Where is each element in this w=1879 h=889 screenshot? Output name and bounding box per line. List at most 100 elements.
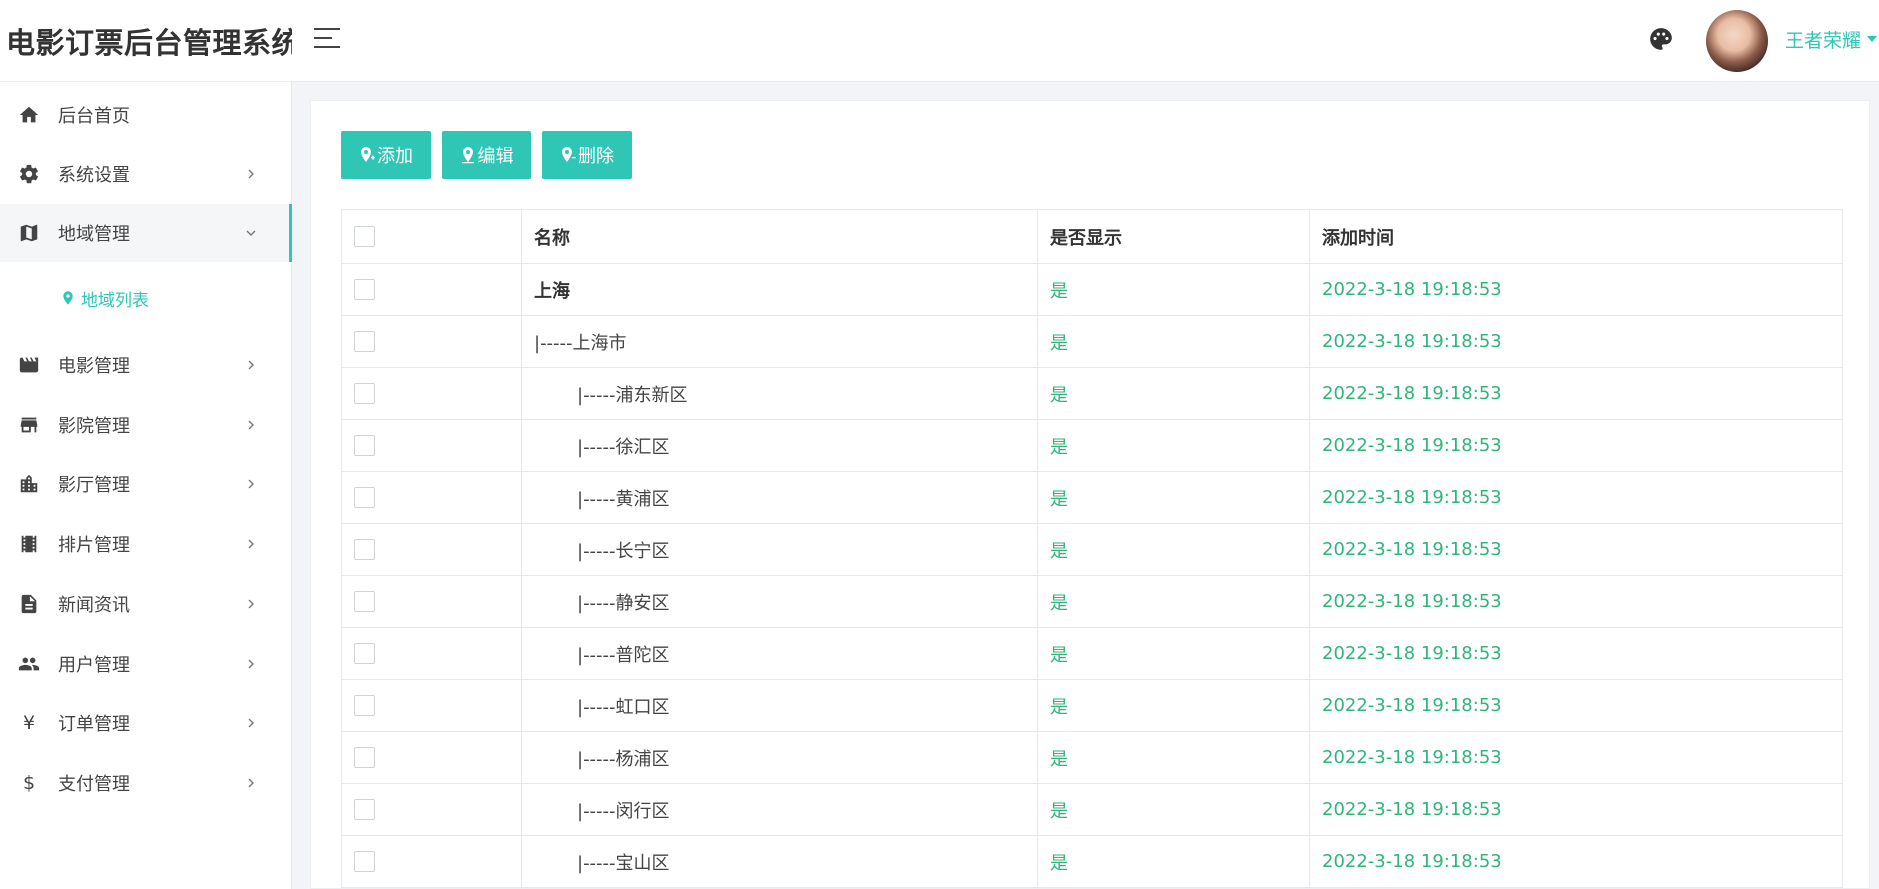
sidebar-item-label: 影厅管理 [58,475,130,496]
sidebar-item-label: 排片管理 [58,535,130,556]
sidebar-item-payment-management[interactable]: $ 支付管理 [0,754,292,812]
avatar[interactable] [1706,10,1768,72]
sidebar-item-region-management[interactable]: 地域管理 [0,204,292,262]
table-row[interactable]: |-----徐汇区是 2022-3-18 19:18:53 [341,419,1843,472]
main-panel: 添加 编辑 删除 名称 是否显示 添加时间 上海是 2022-3-18 19:18… [310,100,1870,889]
table-row[interactable]: |-----杨浦区是 2022-3-18 19:18:53 [341,731,1843,784]
table-row[interactable]: |-----静安区是 2022-3-18 19:18:53 [341,575,1843,628]
sidebar-item-label: 电影管理 [58,356,130,377]
location-remove-icon [562,147,576,162]
row-checkbox[interactable] [354,643,375,665]
added-time-cell: 2022-3-18 19:18:53 [1309,783,1843,836]
location-edit-icon [461,147,474,164]
sidebar-subitem-region-list[interactable]: 地域列表 [0,272,292,324]
sidebar-item-label: 订单管理 [58,714,130,735]
column-header-time[interactable]: 添加时间 [1309,209,1843,264]
row-checkbox[interactable] [354,799,375,821]
row-checkbox[interactable] [354,435,375,457]
visible-status-cell: 是 [1037,575,1310,628]
delete-button-label: 删除 [578,146,614,167]
sidebar-item-label: 系统设置 [58,165,130,186]
row-checkbox[interactable] [354,747,375,769]
sidebar-item-schedule-management[interactable]: 排片管理 [0,515,292,573]
added-time-cell: 2022-3-18 19:18:53 [1309,263,1843,316]
add-button[interactable]: 添加 [341,131,431,179]
table-row[interactable]: |-----长宁区是 2022-3-18 19:18:53 [341,523,1843,576]
sidebar-item-order-management[interactable]: ¥ 订单管理 [0,694,292,752]
table-row[interactable]: |-----上海市是 2022-3-18 19:18:53 [341,315,1843,368]
row-select-cell [341,679,522,732]
row-checkbox[interactable] [354,487,375,509]
region-name-cell: |-----徐汇区 [521,419,1038,472]
added-time-cell: 2022-3-18 19:18:53 [1309,523,1843,576]
sidebar-item-user-management[interactable]: 用户管理 [0,635,292,693]
column-header-name[interactable]: 名称 [521,209,1038,264]
table-row[interactable]: |-----普陀区是 2022-3-18 19:18:53 [341,627,1843,680]
select-all-cell [341,209,522,264]
visible-status-cell: 是 [1037,471,1310,524]
table-row[interactable]: |-----虹口区是 2022-3-18 19:18:53 [341,679,1843,732]
sidebar-item-movie-management[interactable]: 电影管理 [0,336,292,394]
region-name-cell: |-----浦东新区 [521,367,1038,420]
region-name-cell: |-----普陀区 [521,627,1038,680]
delete-button[interactable]: 删除 [542,131,632,179]
region-name-cell: |-----上海市 [521,315,1038,368]
row-checkbox[interactable] [354,851,375,873]
visible-status-cell: 是 [1037,679,1310,732]
chevron-right-icon [248,420,254,430]
visible-status-cell: 是 [1037,315,1310,368]
palette-icon[interactable] [1648,26,1674,52]
sidebar-item-hall-management[interactable]: 影厅管理 [0,455,292,513]
add-button-label: 添加 [377,146,413,167]
row-checkbox[interactable] [354,383,375,405]
region-name-cell: |-----杨浦区 [521,731,1038,784]
region-table: 名称 是否显示 添加时间 上海是 2022-3-18 19:18:53 |-----… [341,209,1843,888]
added-time-cell: 2022-3-18 19:18:53 [1309,731,1843,784]
people-icon [18,657,40,671]
visible-status-cell: 是 [1037,835,1310,888]
row-checkbox[interactable] [354,591,375,613]
table-row[interactable]: |-----闵行区是 2022-3-18 19:18:53 [341,783,1843,836]
sidebar: 后台首页 系统设置 地域管理 地域列表 电影管理 影院管理 影厅管理 排片管理 … [0,82,292,889]
sidebar-item-label: 后台首页 [58,106,130,127]
visible-status-cell: 是 [1037,783,1310,836]
sidebar-item-news[interactable]: 新闻资讯 [0,575,292,633]
chevron-down-icon [246,230,256,236]
table-row[interactable]: |-----宝山区是 2022-3-18 19:18:53 [341,835,1843,888]
added-time-cell: 2022-3-18 19:18:53 [1309,575,1843,628]
top-header: 电影订票后台管理系统 王者荣耀 [0,0,1879,82]
row-checkbox[interactable] [354,695,375,717]
row-checkbox[interactable] [354,279,375,301]
sidebar-item-label: 用户管理 [58,655,130,676]
table-row[interactable]: 上海是 2022-3-18 19:18:53 [341,263,1843,316]
select-all-checkbox[interactable] [354,226,375,248]
menu-icon[interactable] [314,28,340,52]
app-title: 电影订票后台管理系统 [6,26,292,60]
sidebar-item-label: 地域管理 [58,224,130,245]
column-header-show[interactable]: 是否显示 [1037,209,1310,264]
table-row[interactable]: |-----黄浦区是 2022-3-18 19:18:53 [341,471,1843,524]
table-row[interactable]: |-----浦东新区是 2022-3-18 19:18:53 [341,367,1843,420]
added-time-cell: 2022-3-18 19:18:53 [1309,315,1843,368]
row-checkbox[interactable] [354,539,375,561]
region-name-cell: |-----宝山区 [521,835,1038,888]
added-time-cell: 2022-3-18 19:18:53 [1309,627,1843,680]
caret-down-icon [1867,36,1878,42]
row-select-cell [341,731,522,784]
sidebar-item-system-settings[interactable]: 系统设置 [0,145,292,203]
home-icon [19,106,39,123]
chevron-right-icon [248,659,254,669]
chevron-right-icon [248,718,254,728]
region-name-cell: 上海 [521,263,1038,316]
sidebar-item-home[interactable]: 后台首页 [0,86,292,144]
row-checkbox[interactable] [354,331,375,353]
row-select-cell [341,263,522,316]
region-name-cell: |-----闵行区 [521,783,1038,836]
sidebar-item-cinema-management[interactable]: 影院管理 [0,396,292,454]
user-menu[interactable]: 王者荣耀 [1785,24,1878,54]
row-select-cell [341,419,522,472]
visible-status-cell: 是 [1037,523,1310,576]
row-select-cell [341,367,522,420]
edit-button[interactable]: 编辑 [442,131,531,179]
row-select-cell [341,835,522,888]
